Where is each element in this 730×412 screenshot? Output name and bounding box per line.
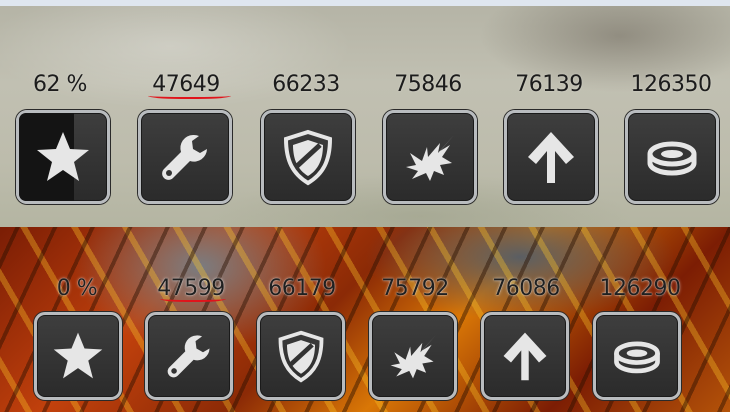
shield-upgrade-button[interactable] [257, 312, 345, 400]
ring-value: 126350 [630, 72, 712, 97]
wrench-upgrade-button[interactable] [138, 110, 232, 204]
explosion-icon [406, 135, 454, 181]
arrow-up-value: 76139 [515, 72, 583, 97]
upgrade-panel-top: 62 % 47649 66233 75846 76139 126350 [0, 6, 730, 227]
progress-percent-label: 0 % [56, 276, 98, 301]
upgrade-row-top: 62 % 47649 66233 75846 76139 126350 [0, 6, 730, 227]
shield-icon [283, 129, 333, 186]
progress-percent-label: 62 % [33, 72, 87, 97]
ring-icon [614, 341, 660, 374]
arrow-up-value: 76086 [492, 276, 560, 301]
star-icon [37, 132, 89, 181]
shield-value: 66179 [268, 276, 336, 301]
arrow-up-upgrade-button[interactable] [481, 312, 569, 400]
wrench-icon [167, 335, 210, 378]
shield-value: 66233 [272, 72, 340, 97]
explosion-icon [390, 335, 436, 379]
shield-upgrade-button[interactable] [261, 110, 355, 204]
explosion-value: 75846 [394, 72, 462, 97]
ring-icon [647, 141, 697, 176]
wrench-upgrade-button[interactable] [145, 312, 233, 400]
star-upgrade-button[interactable] [34, 312, 122, 400]
annotation-underline [148, 91, 231, 99]
upgrade-panel-bottom: 0 % 47599 66179 75792 76086 126290 [0, 227, 730, 412]
arrow-up-icon [528, 132, 574, 183]
arrow-up-upgrade-button[interactable] [504, 110, 598, 204]
shield-icon [278, 330, 324, 383]
star-upgrade-button[interactable] [16, 110, 110, 204]
upgrade-row-bottom: 0 % 47599 66179 75792 76086 126290 [0, 227, 730, 412]
arrow-up-icon [503, 332, 547, 381]
ring-value: 126290 [599, 276, 681, 301]
explosion-upgrade-button[interactable] [383, 110, 477, 204]
wrench-icon [162, 134, 207, 180]
explosion-upgrade-button[interactable] [369, 312, 457, 400]
ring-upgrade-button[interactable] [593, 312, 681, 400]
star-icon [53, 332, 103, 379]
ring-upgrade-button[interactable] [625, 110, 719, 204]
annotation-underline [160, 294, 226, 302]
